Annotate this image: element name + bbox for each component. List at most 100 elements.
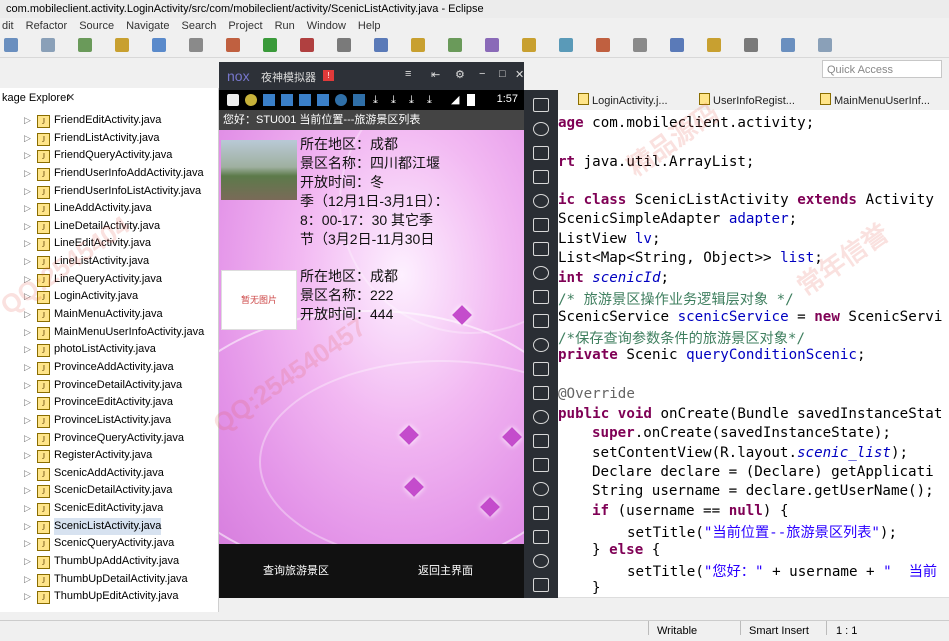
menu-item-run[interactable]: Run [275,18,295,35]
toolbar-icon[interactable] [781,38,795,52]
expand-arrow-icon[interactable]: ▷ [24,341,31,359]
expand-arrow-icon[interactable]: ▷ [24,500,31,518]
toolbar-icon[interactable] [633,38,647,52]
file-tree-item[interactable]: ▷ J MainMenuUserInfoActivity.java [0,324,218,342]
emulator-tool-icon[interactable] [533,386,549,400]
file-tree-item[interactable]: ▷ J ProvinceQueryActivity.java [0,430,218,448]
toolbar-icon[interactable] [4,38,18,52]
toolbar-icon[interactable] [559,38,573,52]
expand-arrow-icon[interactable]: ▷ [24,235,31,253]
expand-arrow-icon[interactable]: ▷ [24,218,31,236]
file-tree-item[interactable]: ▷ J ProvinceDetailActivity.java [0,377,218,395]
expand-arrow-icon[interactable]: ▷ [24,430,31,448]
file-tree-item[interactable]: ▷ J ThumbUpDetailActivity.java [0,571,218,589]
file-tree-item[interactable]: ▷ J ScenicDetailActivity.java [0,482,218,500]
emulator-tool-icon[interactable] [533,290,549,304]
code-editor[interactable]: age com.mobileclient.activity; rt java.u… [558,110,949,600]
toolbar-icon[interactable] [670,38,684,52]
tab-login-activity[interactable]: LoginActivity.j... [578,93,668,107]
horizontal-scrollbar[interactable] [558,597,949,606]
expand-arrow-icon[interactable]: ▷ [24,165,31,183]
file-tree-item[interactable]: ▷ J ScenicEditActivity.java [0,500,218,518]
toolbar-icon[interactable] [226,38,240,52]
menu-item-window[interactable]: Window [307,18,346,35]
expand-arrow-icon[interactable]: ▷ [24,253,31,271]
expand-arrow-icon[interactable]: ▷ [24,553,31,571]
file-tree-item[interactable]: ▷ J ProvinceListActivity.java [0,412,218,430]
file-tree-item[interactable]: ▷ J LineListActivity.java [0,253,218,271]
expand-arrow-icon[interactable]: ▷ [24,200,31,218]
file-tree-item[interactable]: ▷ J FriendEditActivity.java [0,112,218,130]
file-tree-item[interactable]: ▷ J LineDetailActivity.java [0,218,218,236]
expand-arrow-icon[interactable]: ▷ [24,183,31,201]
expand-arrow-icon[interactable]: ▷ [24,394,31,412]
emulator-tool-icon[interactable] [533,410,549,424]
toolbar-icon[interactable] [596,38,610,52]
close-window-icon[interactable]: ✕ [515,68,524,81]
expand-arrow-icon[interactable]: ▷ [24,147,31,165]
toolbar-icon[interactable] [263,38,277,52]
file-tree-item[interactable]: ▷ J ProvinceAddActivity.java [0,359,218,377]
emulator-tool-icon[interactable] [533,578,549,592]
query-scenic-button[interactable]: 查询旅游景区 [263,562,329,578]
file-tree-item[interactable]: ▷ J ScenicQueryActivity.java [0,535,218,553]
back-main-button[interactable]: 返回主界面 [418,562,473,578]
toolbar-icon[interactable] [744,38,758,52]
file-tree-item[interactable]: ▷ J LineQueryActivity.java [0,271,218,289]
tab-userinfo-register[interactable]: UserInfoRegist... [699,93,795,107]
emulator-tool-icon[interactable] [533,554,549,568]
expand-arrow-icon[interactable]: ▷ [24,518,31,536]
expand-arrow-icon[interactable]: ▷ [24,271,31,289]
menu-icon[interactable]: ≡ [405,68,411,80]
tab-mainmenu-userinfo[interactable]: MainMenuUserInf... [820,93,930,107]
expand-arrow-icon[interactable]: ▷ [24,571,31,589]
file-tree-item[interactable]: ▷ J LineEditActivity.java [0,235,218,253]
file-tree-item[interactable]: ▷ J ThumbUpAddActivity.java [0,553,218,571]
toolbar-icon[interactable] [485,38,499,52]
quick-access-input[interactable]: Quick Access [822,60,942,78]
emulator-tool-icon[interactable] [533,434,549,448]
file-tree-item[interactable]: ▷ J ScenicAddActivity.java [0,465,218,483]
expand-arrow-icon[interactable]: ▷ [24,377,31,395]
toolbar-icon[interactable] [818,38,832,52]
emulator-tool-icon[interactable] [533,362,549,376]
file-tree-item[interactable]: ▷ J ProvinceEditActivity.java [0,394,218,412]
toolbar-icon[interactable] [411,38,425,52]
emulator-tool-icon[interactable] [533,98,549,112]
close-icon[interactable]: ✕ [66,91,75,104]
file-tree-item[interactable]: ▷ J LineAddActivity.java [0,200,218,218]
pin-icon[interactable]: ⇤ [431,68,440,81]
emulator-tool-icon[interactable] [533,314,549,328]
toolbar-icon[interactable] [189,38,203,52]
file-tree-item[interactable]: ▷ J FriendUserInfoAddActivity.java [0,165,218,183]
expand-arrow-icon[interactable]: ▷ [24,447,31,465]
menu-item-dit[interactable]: dit [2,18,14,35]
settings-icon[interactable]: ⚙ [455,68,465,81]
emulator-tool-icon[interactable] [533,218,549,232]
emulator-tool-icon[interactable] [533,122,549,136]
file-tree-item[interactable]: ▷ J MainMenuActivity.java [0,306,218,324]
menu-item-source[interactable]: Source [79,18,114,35]
file-tree-item[interactable]: ▷ JphotoListActivity.java [0,341,218,359]
toolbar-icon[interactable] [78,38,92,52]
minimize-icon[interactable]: − [479,68,485,80]
expand-arrow-icon[interactable]: ▷ [24,535,31,553]
menu-item-help[interactable]: Help [358,18,381,35]
toolbar-icon[interactable] [374,38,388,52]
file-tree-item[interactable]: ▷ J RegisterActivity.java [0,447,218,465]
expand-arrow-icon[interactable]: ▷ [24,482,31,500]
toolbar-icon[interactable] [707,38,721,52]
file-tree-item[interactable]: ▷ J ThumbUpEditActivity.java [0,588,218,606]
emulator-tool-icon[interactable] [533,506,549,520]
toolbar-icon[interactable] [337,38,351,52]
expand-arrow-icon[interactable]: ▷ [24,588,31,606]
menu-item-search[interactable]: Search [181,18,216,35]
expand-arrow-icon[interactable]: ▷ [24,306,31,324]
emulator-tool-icon[interactable] [533,194,549,208]
expand-arrow-icon[interactable]: ▷ [24,288,31,306]
file-tree-item[interactable]: ▷ J ScenicListActivity.java [0,517,218,536]
expand-arrow-icon[interactable]: ▷ [24,130,31,148]
emulator-tool-icon[interactable] [533,170,549,184]
expand-arrow-icon[interactable]: ▷ [24,412,31,430]
toolbar-icon[interactable] [115,38,129,52]
